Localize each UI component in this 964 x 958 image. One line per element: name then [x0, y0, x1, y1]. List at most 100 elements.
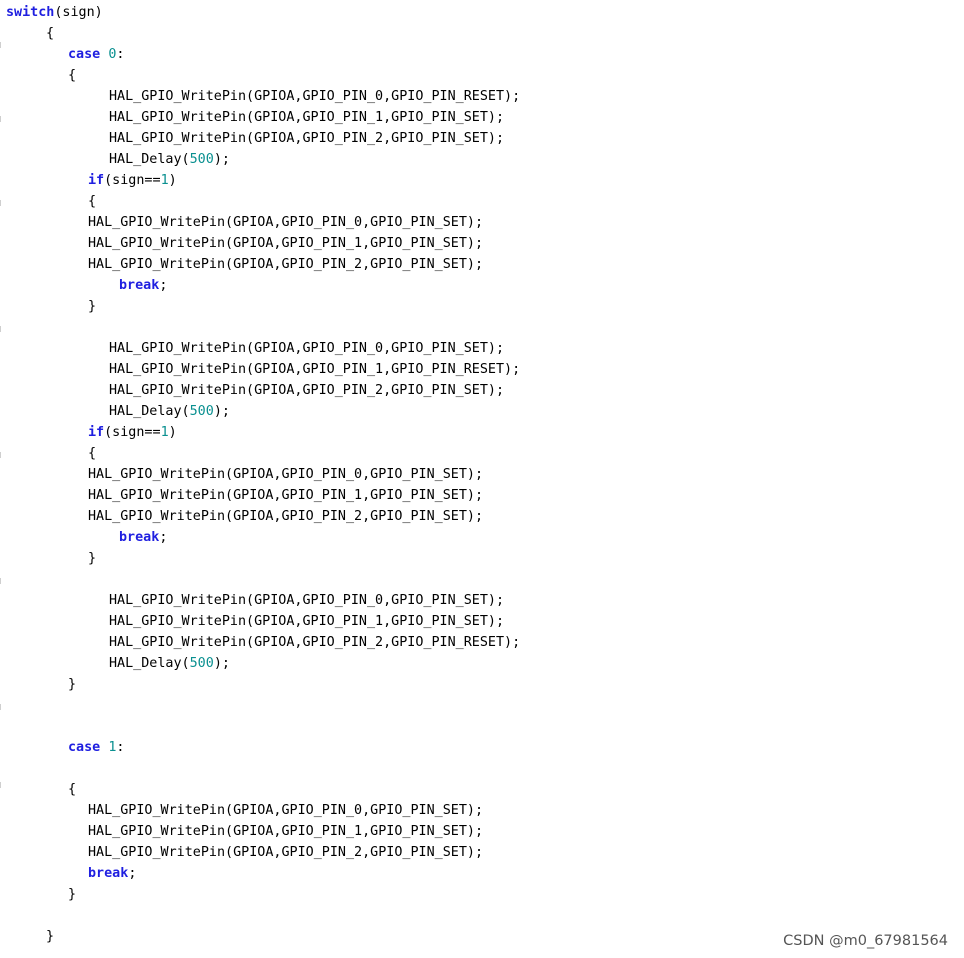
code-token: );: [213, 152, 230, 167]
gutter-fold-marker: [0, 452, 1, 458]
code-line: HAL_GPIO_WritePin(GPIOA,GPIO_PIN_0,GPIO_…: [109, 590, 504, 611]
gutter-fold-marker: [0, 326, 1, 332]
code-line: }: [46, 926, 54, 947]
code-token: (sign): [54, 5, 103, 20]
code-token: HAL_GPIO_WritePin(GPIOA,GPIO_PIN_0,GPIO_…: [109, 89, 521, 104]
code-line: }: [88, 548, 96, 569]
code-token: HAL_GPIO_WritePin(GPIOA,GPIO_PIN_2,GPIO_…: [88, 845, 484, 860]
code-token: HAL_GPIO_WritePin(GPIOA,GPIO_PIN_0,GPIO_…: [109, 341, 505, 356]
code-line: HAL_Delay(500);: [109, 653, 230, 674]
number-token: 500: [189, 152, 214, 167]
code-line: HAL_Delay(500);: [109, 401, 230, 422]
code-line: HAL_GPIO_WritePin(GPIOA,GPIO_PIN_1,GPIO_…: [88, 485, 483, 506]
code-token: ;: [159, 530, 168, 545]
code-line: }: [88, 296, 96, 317]
number-token: 1: [160, 425, 169, 440]
code-line: HAL_Delay(500);: [109, 149, 230, 170]
gutter-fold-marker: [0, 116, 1, 122]
code-line: if(sign==1): [88, 422, 177, 443]
number-token: 1: [160, 173, 169, 188]
code-token: {: [46, 26, 55, 41]
code-line: break;: [119, 275, 167, 296]
code-line: }: [68, 884, 76, 905]
code-line: HAL_GPIO_WritePin(GPIOA,GPIO_PIN_2,GPIO_…: [88, 254, 483, 275]
gutter-fold-marker: [0, 782, 1, 788]
code-token: {: [68, 68, 77, 83]
code-line: HAL_GPIO_WritePin(GPIOA,GPIO_PIN_1,GPIO_…: [109, 611, 504, 632]
code-line: HAL_GPIO_WritePin(GPIOA,GPIO_PIN_2,GPIO_…: [88, 842, 483, 863]
code-line: HAL_GPIO_WritePin(GPIOA,GPIO_PIN_0,GPIO_…: [88, 212, 483, 233]
code-line: break;: [119, 527, 167, 548]
code-token: ): [168, 425, 177, 440]
code-line: case 0:: [68, 44, 124, 65]
code-token: HAL_GPIO_WritePin(GPIOA,GPIO_PIN_0,GPIO_…: [88, 215, 484, 230]
code-token: HAL_GPIO_WritePin(GPIOA,GPIO_PIN_2,GPIO_…: [88, 509, 484, 524]
code-line: {: [68, 779, 76, 800]
code-token: ): [168, 173, 177, 188]
code-line: HAL_GPIO_WritePin(GPIOA,GPIO_PIN_2,GPIO_…: [109, 380, 504, 401]
code-token: HAL_Delay(: [109, 152, 190, 167]
code-token: HAL_GPIO_WritePin(GPIOA,GPIO_PIN_2,GPIO_…: [88, 257, 484, 272]
code-token: );: [213, 404, 230, 419]
code-token: HAL_GPIO_WritePin(GPIOA,GPIO_PIN_1,GPIO_…: [109, 362, 521, 377]
editor-gutter: [0, 0, 2, 958]
keyword-token: switch: [6, 5, 55, 20]
keyword-token: if: [88, 425, 105, 440]
code-token: HAL_GPIO_WritePin(GPIOA,GPIO_PIN_2,GPIO_…: [109, 131, 505, 146]
code-line: HAL_GPIO_WritePin(GPIOA,GPIO_PIN_0,GPIO_…: [88, 464, 483, 485]
gutter-fold-marker: [0, 42, 1, 48]
code-token: (sign==: [104, 173, 161, 188]
keyword-token: case: [68, 47, 101, 62]
code-token: HAL_GPIO_WritePin(GPIOA,GPIO_PIN_1,GPIO_…: [88, 488, 484, 503]
code-line: HAL_GPIO_WritePin(GPIOA,GPIO_PIN_1,GPIO_…: [88, 233, 483, 254]
gutter-fold-marker: [0, 578, 1, 584]
code-line: }: [68, 674, 76, 695]
keyword-token: if: [88, 173, 105, 188]
code-token: HAL_Delay(: [109, 404, 190, 419]
code-line: HAL_GPIO_WritePin(GPIOA,GPIO_PIN_1,GPIO_…: [88, 821, 483, 842]
gutter-fold-marker: [0, 704, 1, 710]
code-token: }: [46, 929, 55, 944]
code-token: {: [88, 194, 97, 209]
code-token: {: [88, 446, 97, 461]
code-token: }: [88, 299, 97, 314]
code-line: {: [68, 65, 76, 86]
code-line: {: [88, 443, 96, 464]
code-line: HAL_GPIO_WritePin(GPIOA,GPIO_PIN_1,GPIO_…: [109, 107, 504, 128]
code-token: HAL_GPIO_WritePin(GPIOA,GPIO_PIN_0,GPIO_…: [109, 593, 505, 608]
code-token: ;: [159, 278, 168, 293]
code-token: }: [68, 677, 77, 692]
code-line: {: [88, 191, 96, 212]
keyword-token: break: [88, 866, 129, 881]
code-token: );: [213, 656, 230, 671]
code-line: {: [46, 23, 54, 44]
keyword-token: break: [119, 530, 160, 545]
code-token: HAL_GPIO_WritePin(GPIOA,GPIO_PIN_2,GPIO_…: [109, 383, 505, 398]
code-editor[interactable]: switch(sign) { case 0: { HAL_GPIO_WritePin(G…: [0, 0, 964, 958]
code-line: break;: [88, 863, 136, 884]
number-token: 500: [189, 404, 214, 419]
code-token: }: [68, 887, 77, 902]
code-line: HAL_GPIO_WritePin(GPIOA,GPIO_PIN_1,GPIO_…: [109, 359, 520, 380]
code-token: HAL_GPIO_WritePin(GPIOA,GPIO_PIN_2,GPIO_…: [109, 635, 521, 650]
code-token: HAL_GPIO_WritePin(GPIOA,GPIO_PIN_1,GPIO_…: [109, 614, 505, 629]
csdn-watermark: CSDN @m0_67981564: [783, 933, 948, 949]
code-token: :: [116, 47, 125, 62]
code-token: HAL_GPIO_WritePin(GPIOA,GPIO_PIN_1,GPIO_…: [109, 110, 505, 125]
code-token: }: [88, 551, 97, 566]
number-token: 500: [189, 656, 214, 671]
code-token: ;: [128, 866, 137, 881]
code-line: switch(sign): [6, 2, 103, 23]
code-line: HAL_GPIO_WritePin(GPIOA,GPIO_PIN_2,GPIO_…: [109, 128, 504, 149]
code-token: HAL_GPIO_WritePin(GPIOA,GPIO_PIN_1,GPIO_…: [88, 824, 484, 839]
gutter-fold-marker: [0, 200, 1, 206]
keyword-token: break: [119, 278, 160, 293]
code-line: case 1:: [68, 737, 124, 758]
code-token: :: [116, 740, 125, 755]
code-line: if(sign==1): [88, 170, 177, 191]
code-token: HAL_GPIO_WritePin(GPIOA,GPIO_PIN_0,GPIO_…: [88, 803, 484, 818]
code-line: HAL_GPIO_WritePin(GPIOA,GPIO_PIN_0,GPIO_…: [88, 800, 483, 821]
code-line: HAL_GPIO_WritePin(GPIOA,GPIO_PIN_0,GPIO_…: [109, 86, 520, 107]
code-token: HAL_GPIO_WritePin(GPIOA,GPIO_PIN_0,GPIO_…: [88, 467, 484, 482]
code-line: HAL_GPIO_WritePin(GPIOA,GPIO_PIN_2,GPIO_…: [109, 632, 520, 653]
